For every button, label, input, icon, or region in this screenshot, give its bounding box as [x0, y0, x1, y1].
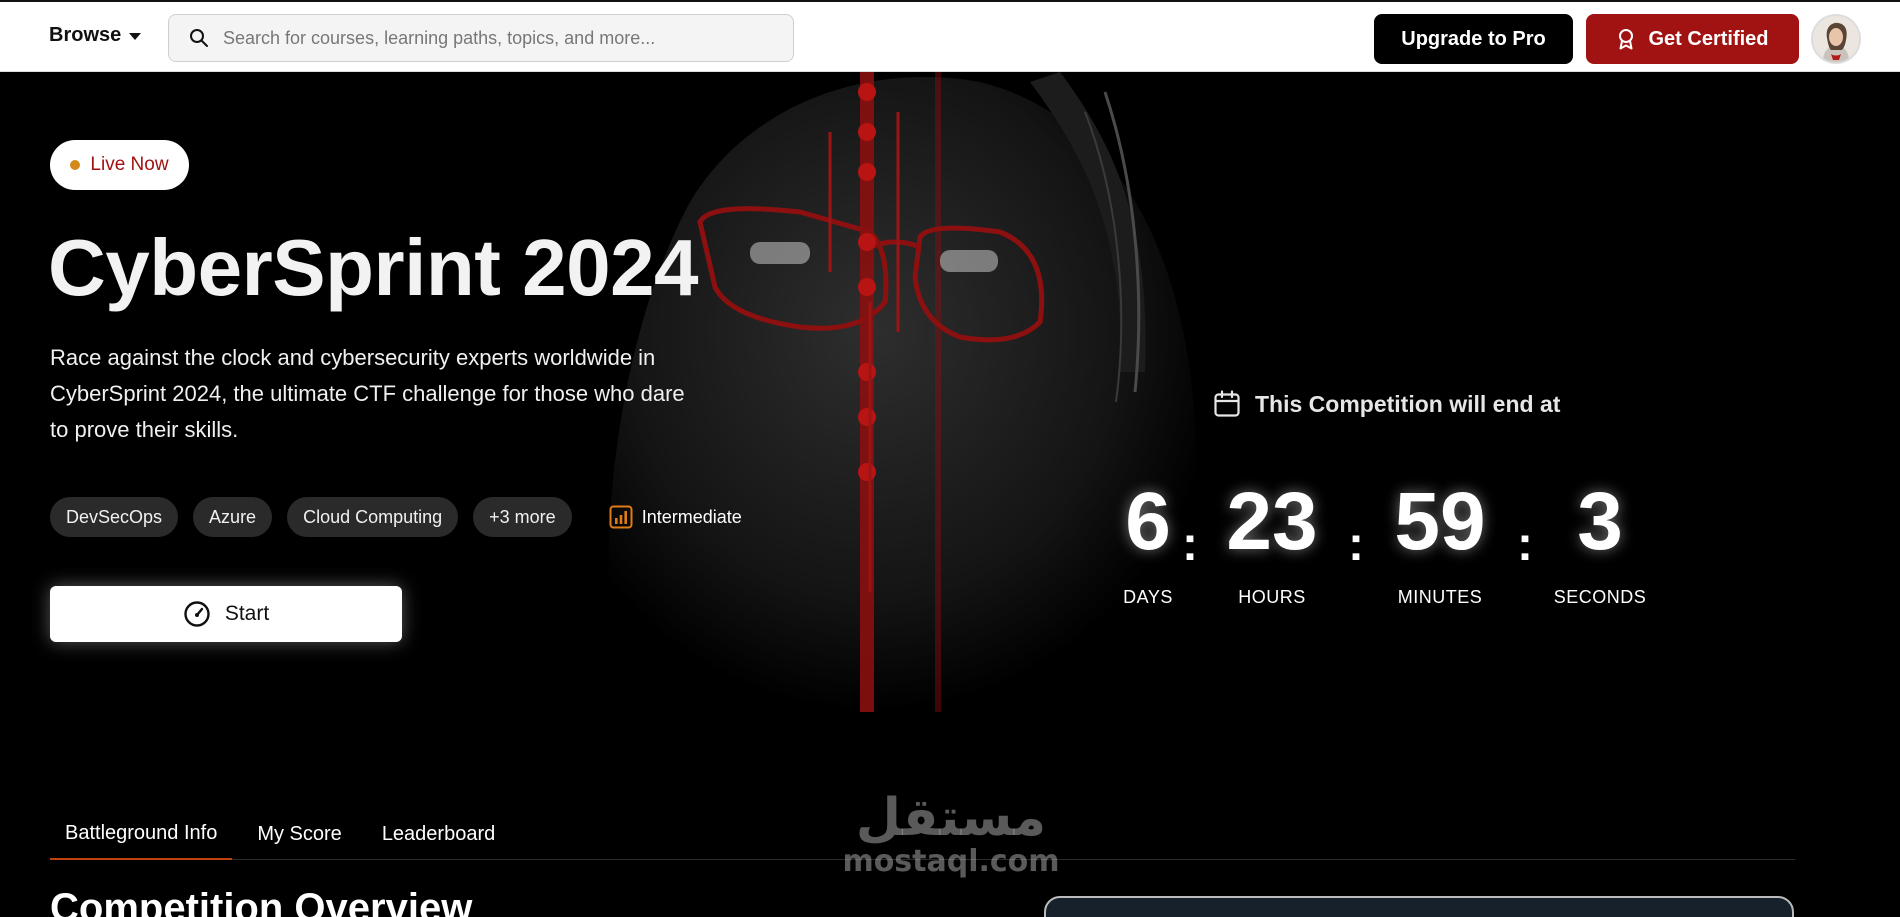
start-label: Start [224, 602, 270, 625]
competition-end-label: This Competition will end at [1255, 390, 1561, 417]
countdown-days: 6 DAYS [1108, 477, 1188, 608]
countdown-separator: : [1182, 518, 1198, 571]
tab-battleground-info[interactable]: Battleground Info [50, 808, 233, 860]
competition-title: CyberSprint 2024 [48, 223, 699, 312]
countdown-seconds-value: 3 [1577, 476, 1623, 567]
countdown-separator: : [1517, 518, 1533, 571]
countdown-days-value: 6 [1125, 476, 1171, 567]
competition-end-heading: This Competition will end at [1213, 390, 1560, 418]
watermark-arabic: مستقل [855, 788, 1047, 848]
countdown-minutes: 59 MINUTES [1380, 477, 1500, 608]
tag-azure[interactable]: Azure [193, 497, 273, 537]
overview-side-card [1044, 896, 1794, 917]
countdown-minutes-label: MINUTES [1397, 587, 1483, 607]
countdown-timer: 6 DAYS : 23 HOURS : 59 MINUTES : 3 SECON… [1100, 477, 1660, 637]
get-certified-label: Get Certified [1648, 27, 1769, 50]
tag-more[interactable]: +3 more [473, 497, 572, 537]
countdown-seconds-label: SECONDS [1553, 587, 1647, 607]
award-ribbon-icon [1619, 29, 1634, 50]
live-indicator-dot [70, 160, 81, 170]
calendar-icon [1214, 390, 1240, 417]
tab-my-score[interactable]: My Score [242, 808, 356, 860]
browse-label: Browse [49, 24, 122, 46]
upgrade-to-pro-label: Upgrade to Pro [1401, 27, 1546, 50]
mostaql-watermark: مستقل mostaql.com [836, 790, 1066, 878]
user-avatar-image [1813, 16, 1859, 62]
user-avatar[interactable] [1811, 14, 1861, 64]
chevron-down-icon [129, 33, 142, 40]
tag-list: DevSecOps Azure Cloud Computing +3 more … [50, 497, 742, 537]
search-icon [190, 29, 208, 47]
bar-chart-icon [609, 505, 633, 529]
live-now-badge: Live Now [50, 140, 189, 190]
countdown-hours: 23 HOURS [1212, 477, 1332, 608]
top-navigation-bar: Browse Upgrade to Pro Get Certified [0, 0, 1900, 72]
speedometer-icon [184, 601, 210, 627]
start-button[interactable]: Start [50, 586, 402, 642]
difficulty-label: Intermediate [641, 506, 742, 527]
countdown-hours-value: 23 [1226, 476, 1318, 567]
countdown-separator: : [1348, 518, 1364, 571]
countdown-seconds: 3 SECONDS [1540, 477, 1660, 608]
search-bar[interactable] [168, 14, 794, 62]
browse-menu-button[interactable]: Browse [49, 24, 142, 47]
difficulty-level: Intermediate [609, 505, 742, 529]
upgrade-to-pro-button[interactable]: Upgrade to Pro [1374, 14, 1573, 64]
live-now-label: Live Now [90, 154, 169, 175]
get-certified-button[interactable]: Get Certified [1586, 14, 1799, 64]
tab-leaderboard[interactable]: Leaderboard [367, 808, 510, 860]
tag-devsecops[interactable]: DevSecOps [50, 497, 179, 537]
competition-description: Race against the clock and cybersecurity… [50, 345, 685, 442]
countdown-minutes-value: 59 [1394, 476, 1486, 567]
countdown-hours-label: HOURS [1238, 587, 1306, 607]
countdown-days-label: DAYS [1123, 587, 1173, 607]
watermark-latin: mostaql.com [842, 844, 1060, 879]
competition-overview-heading: Competition Overview [50, 886, 473, 917]
search-input[interactable] [223, 27, 763, 49]
tag-cloud-computing[interactable]: Cloud Computing [287, 497, 459, 537]
